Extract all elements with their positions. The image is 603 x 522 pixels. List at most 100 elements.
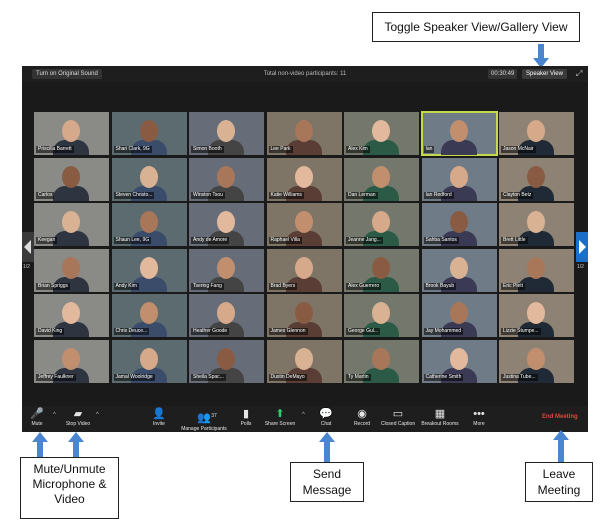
participant-name: Sahba Santos [423, 237, 459, 244]
participant-face [527, 211, 545, 233]
participant-tile[interactable]: Jeanne Jang... [344, 203, 419, 246]
participant-name: Dan Lerman [346, 191, 378, 199]
participant-tile[interactable]: Carlos [34, 157, 109, 201]
participant-name: Tsering Fang [191, 282, 224, 290]
participant-tile[interactable]: Jason McNair [499, 112, 574, 155]
participant-name: Priscilla Barrett [36, 146, 74, 153]
participant-tile[interactable]: Alex Kim [344, 112, 419, 155]
callout-leave-line1: Leave [542, 467, 576, 481]
participant-face [62, 211, 80, 233]
participant-tile[interactable]: Lizzie Stumpe... [499, 294, 574, 337]
callout-mute-video: Mute/Unmute Microphone & Video [20, 457, 119, 519]
invite-button[interactable]: 👤 Invite [148, 408, 170, 428]
end-meeting-button[interactable]: End Meeting [542, 414, 578, 420]
participant-tile[interactable]: Jamal Woolridge [111, 339, 187, 383]
participant-face [62, 256, 80, 279]
participant-face [372, 211, 390, 233]
meeting-timer: 00:30:49 [488, 69, 518, 79]
participant-tile[interactable]: Shaun Lee, 9G [111, 203, 187, 246]
participant-tile[interactable]: Dan Lerman [344, 157, 419, 201]
participant-tile[interactable]: Brook Bayub [421, 248, 497, 292]
participant-face [217, 347, 235, 370]
share-screen-button[interactable]: ⬆ Share Screen [262, 408, 298, 428]
participant-face [294, 120, 313, 142]
participant-tile[interactable]: Brett Little [499, 203, 574, 246]
zoom-meeting-window: Turn on Original Sound Total non-video p… [22, 66, 588, 432]
participant-tile[interactable]: Priscilla Barrett [34, 112, 109, 155]
participant-tile[interactable]: George Gul... [344, 294, 419, 337]
video-options-caret[interactable]: ^ [96, 412, 99, 418]
participant-tile[interactable]: Chris Deuce... [111, 294, 187, 337]
participant-tile[interactable]: Winston Tsou [189, 157, 264, 201]
participant-name: Brian Spriggs [36, 282, 71, 290]
closed-caption-button[interactable]: ▭ Closed Caption [378, 408, 418, 428]
participant-name: Simon Booth [191, 146, 224, 153]
gallery-grid: Priscilla Barrett Shari Clark, 9G Simon Bo… [34, 111, 576, 384]
participant-name: Katie Williams [268, 191, 304, 199]
participant-tile[interactable]: Ty Martin [344, 339, 419, 383]
more-button[interactable]: ••• More [468, 408, 490, 428]
participant-tile[interactable]: Ian Redford [421, 157, 497, 201]
polls-button[interactable]: ▮ Polls [236, 408, 256, 428]
participant-tile[interactable]: Brad Byers [266, 248, 342, 292]
next-page-button[interactable] [576, 232, 588, 262]
manage-participants-button[interactable]: 👥 37 Manage Participants [176, 408, 232, 433]
participant-name: Raphael Villa [268, 237, 302, 244]
participant-tile[interactable]: Simon Booth [189, 112, 264, 155]
chat-button[interactable]: 💬 Chat [316, 408, 336, 428]
participant-face [294, 347, 313, 370]
chat-bubble-icon: 💬 [319, 408, 333, 420]
participant-face [372, 256, 390, 279]
participant-tile[interactable]: Tsering Fang [189, 248, 264, 292]
stop-video-button[interactable]: ▰ Stop Video [62, 408, 94, 428]
participant-face [217, 211, 235, 233]
participant-face [62, 302, 80, 324]
mute-button[interactable]: 🎤 Mute [26, 408, 48, 428]
participant-face [62, 165, 80, 188]
participant-tile[interactable]: Dustin DeMayo [266, 339, 342, 383]
participant-tile[interactable]: Jeffrey Faulkner [34, 339, 109, 383]
participant-name: Andy de Amore [191, 237, 230, 244]
participant-tile[interactable]: Sheila Spac... [189, 339, 264, 383]
participant-tile[interactable]: Andy Kim [111, 248, 187, 292]
participant-name: Brad Byers [268, 282, 298, 290]
invite-icon: 👤 [152, 408, 166, 420]
participant-tile[interactable]: Heather Goode [189, 294, 264, 337]
participant-face [527, 120, 545, 142]
participant-tile[interactable]: Sahba Santos [421, 203, 497, 246]
participants-icon: 👥 37 [197, 412, 217, 424]
speaker-view-button[interactable]: Speaker View [522, 69, 567, 79]
participant-tile[interactable]: Steven Christo... [111, 157, 187, 201]
breakout-rooms-button[interactable]: ▦ Breakout Rooms [420, 408, 460, 428]
participant-tile[interactable]: Shari Clark, 9G [111, 112, 187, 155]
participant-tile[interactable]: Lee Park [266, 112, 342, 155]
prev-page-button[interactable] [22, 232, 34, 262]
share-options-caret[interactable]: ^ [302, 412, 305, 418]
participant-tile[interactable]: Katie Williams [266, 157, 342, 201]
participant-tile[interactable]: Alex Guerrero [344, 248, 419, 292]
participant-tile[interactable]: Ian [420, 111, 498, 156]
arrow-to-speaker-view [533, 44, 549, 68]
participant-tile[interactable]: Eric Plett [499, 248, 574, 292]
fullscreen-icon[interactable]: ⤢ [576, 69, 582, 79]
callout-send-line2: Message [302, 483, 352, 497]
audio-options-caret[interactable]: ^ [53, 412, 56, 418]
participant-tile[interactable]: Brian Spriggs [34, 248, 109, 292]
participant-face [294, 302, 313, 324]
participant-tile[interactable]: Raphael Villa [266, 203, 342, 246]
participant-tile[interactable]: Justina Tube... [499, 339, 574, 383]
callout-leave-meeting: Leave Meeting [525, 462, 593, 502]
participant-tile[interactable]: Jay Mohammed [421, 294, 497, 337]
participant-tile[interactable]: Andy de Amore [189, 203, 264, 246]
participant-tile[interactable]: Keegan [34, 203, 109, 246]
record-button[interactable]: ◉ Record [350, 408, 374, 428]
participant-tile[interactable]: Catherine Smith [421, 339, 497, 383]
participant-name: James Glennon [268, 328, 308, 335]
participant-name: Justina Tube... [501, 373, 538, 381]
participant-face [294, 256, 313, 279]
participant-face [217, 165, 235, 188]
participant-tile[interactable]: Clayton Betz [499, 157, 574, 201]
participant-tile[interactable]: David King [34, 294, 109, 337]
participant-tile[interactable]: James Glennon [266, 294, 342, 337]
participant-name: Chris Deuce... [113, 328, 150, 335]
